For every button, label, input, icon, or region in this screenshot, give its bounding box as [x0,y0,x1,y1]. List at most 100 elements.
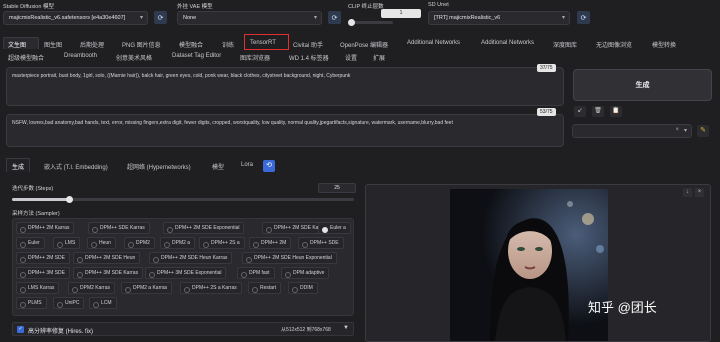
tab-civitai[interactable]: Civitai 助手 [293,40,323,49]
sampler-option[interactable]: Restart [248,282,282,294]
subtab-generation[interactable]: 生成 [12,162,24,171]
hires-fix-row[interactable]: ✓ 高分辨率修复 (Hires. fix) 从512x512 到768x768 … [12,322,354,336]
generated-image[interactable] [450,189,608,341]
subtab-lora[interactable]: Lora [241,162,253,168]
sampler-option[interactable]: UniPC [53,297,85,309]
tab-openpose[interactable]: OpenPose 编辑器 [340,40,388,49]
subtab-checkpoints[interactable]: 模型 [212,162,224,171]
watermark: 知乎 @团长 [588,300,657,315]
sampler-option[interactable]: LCM [89,297,117,309]
unet-label: SD Unet [428,2,449,8]
tab-additional-networks-2[interactable]: Additional Networks [481,40,534,46]
clip-slider-handle[interactable] [348,19,355,26]
tab-train[interactable]: 训练 [222,40,234,49]
sampler-option[interactable]: DPM2 Karras [68,282,116,294]
download-icon[interactable]: ↓ [683,188,692,197]
tab-supermerger[interactable]: 超级模型融合 [8,53,44,62]
tab-png-info[interactable]: PNG 图片信息 [122,40,161,49]
subtab-embedding[interactable]: 嵌入式 (T.I. Embedding) [44,162,108,171]
sampler-option[interactable]: DPM++ 2M SDE Heun Exponential [242,252,337,264]
sampler-option[interactable]: Euler [16,237,45,249]
clipboard-icon[interactable]: 📋 [610,106,622,117]
sampler-option[interactable]: DPM++ SDE Karras [88,222,150,234]
sampler-group: DPM++ 2M Karras DPM++ SDE Karras DPM++ 2… [12,218,354,316]
tab-additional-networks-1[interactable]: Additional Networks [407,40,460,46]
tab-extensions[interactable]: 扩展 [373,53,385,62]
refresh-networks-icon[interactable]: ⟲ [263,160,275,172]
generate-button[interactable]: 生成 [573,69,712,101]
sampler-option[interactable]: DPM++ SDE [298,237,344,249]
refresh-icon[interactable]: ⟳ [328,11,341,24]
sampler-option-selected[interactable]: Euler a [318,222,351,234]
tab-gallery[interactable]: 图库浏览器 [240,53,270,62]
main-tab-bar: 文生图 图生图 后期处理 PNG 图片信息 模型融合 训练 TensorRT C… [0,34,720,62]
sampler-option[interactable]: DPM++ 2M SDE Exponential [163,222,245,234]
sampler-option[interactable]: DPM2 a [160,237,196,249]
unet-dropdown[interactable]: [TRT] majicmixRealistic_v6 ▾ [428,11,570,25]
tab-extras[interactable]: 后期处理 [80,40,104,49]
sampler-option[interactable]: LMS Karras [16,282,60,294]
styles-dropdown[interactable]: × ▾ [572,124,692,138]
negative-prompt-input[interactable]: NSFW, lowres,bad anatomy,bad hands, text… [6,114,564,147]
read-params-icon[interactable]: ↙ [574,106,586,117]
sampler-option[interactable]: DPM++ 2M SDE [16,252,70,264]
vae-value: None [183,15,197,21]
chevron-down-icon: ▾ [313,15,317,21]
tab-txt2img[interactable]: 文生图 [8,40,26,49]
tab-wd-tagger[interactable]: WD 1.4 标签器 [289,53,329,62]
collapse-icon[interactable]: ▼ [343,325,349,331]
vae-label: 外挂 VAE 模型 [177,4,213,10]
clear-icon[interactable]: × [675,127,679,133]
clip-value[interactable]: 1 [381,9,421,18]
sampler-option[interactable]: DPM++ 3M SDE Exponential [145,267,227,279]
tab-art-style[interactable]: 创意美术风格 [116,53,152,62]
sampler-option[interactable]: DPM++ 2M [249,237,292,249]
sampler-option[interactable]: DPM++ 3M SDE Karras [73,267,144,279]
tab-tensorrt[interactable]: TensorRT [250,40,276,46]
steps-slider[interactable] [12,196,354,203]
tab-image-browser[interactable]: 无边图像浏览 [596,40,632,49]
sampler-option[interactable]: DPM fast [237,267,275,279]
subtab-hypernetworks[interactable]: 超网络 (Hypernetworks) [127,162,191,171]
chevron-down-icon: ▾ [139,15,143,21]
refresh-icon[interactable]: ⟳ [577,11,590,24]
steps-slider-handle[interactable] [65,196,73,203]
tab-depth[interactable]: 深度图库 [553,40,577,49]
sampler-option[interactable]: DPM2 a Karras [121,282,173,294]
clip-label: CLIP 终止层数 [348,4,384,10]
hires-checkbox[interactable]: ✓ [17,326,24,333]
negative-prompt-text: NSFW, lowres,bad anatomy,bad hands, text… [12,120,453,126]
tab-model-convert[interactable]: 模型转换 [652,40,676,49]
generate-label: 生成 [635,82,650,89]
sampler-option[interactable]: Heun [87,237,116,249]
unet-value: [TRT] majicmixRealistic_v6 [434,15,501,21]
sampler-option[interactable]: DPM++ 3M SDE [16,267,70,279]
sampler-option[interactable]: DPM++ 2S a Karras [180,282,242,294]
clip-slider[interactable] [348,19,393,26]
tab-settings[interactable]: 设置 [345,53,357,62]
sampler-option[interactable]: PLMS [16,297,47,309]
sampler-option[interactable]: DPM++ 2M SDE Heun [73,252,141,264]
sampler-option[interactable]: LMS [53,237,81,249]
sampler-option[interactable]: DPM++ 2M Karras [16,222,75,234]
tab-dataset-tag-editor[interactable]: Dataset Tag Editor [172,53,221,59]
sampler-option[interactable]: DPM++ 2M SDE Heun Karras [149,252,233,264]
vae-dropdown[interactable]: None ▾ [177,11,322,25]
positive-prompt-input[interactable]: masterpiece portrait, bust body, 1girl, … [6,67,564,106]
refresh-icon[interactable]: ⟳ [154,11,167,24]
close-icon[interactable]: × [695,188,704,197]
negative-token-counter: 53/75 [537,108,556,116]
sampler-option[interactable]: DDIM [288,282,318,294]
sampler-label: 采样方法 (Sampler) [12,211,60,217]
tab-img2img[interactable]: 图生图 [44,40,62,49]
sampler-option[interactable]: DPM++ 2S a [199,237,245,249]
sampler-option[interactable]: DPM adaptive [281,267,330,279]
tab-dreambooth[interactable]: Dreambooth [64,53,97,59]
steps-value-input[interactable]: 25 [318,183,356,193]
sampler-option[interactable]: DPM2 [124,237,155,249]
tab-merge[interactable]: 模型融合 [179,40,203,49]
trash-icon[interactable]: 🗑 [592,106,604,117]
edit-styles-icon[interactable]: ✎ [697,125,709,137]
sd-model-dropdown[interactable]: majicmixRealistic_v6.safetensors [e4a30e… [3,11,148,25]
steps-label: 迭代步数 (Steps) [12,186,54,192]
